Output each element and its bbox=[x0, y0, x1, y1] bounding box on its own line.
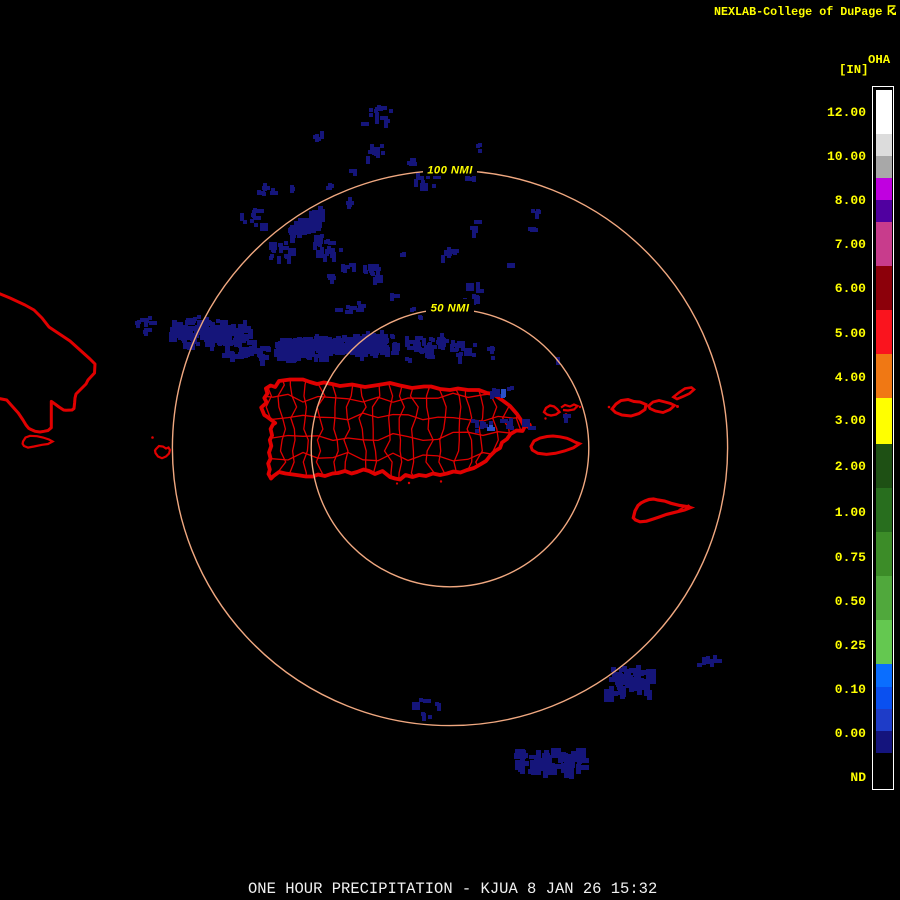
svg-text:100 NMI: 100 NMI bbox=[427, 165, 473, 177]
svg-text:50 NMI: 50 NMI bbox=[431, 303, 470, 315]
